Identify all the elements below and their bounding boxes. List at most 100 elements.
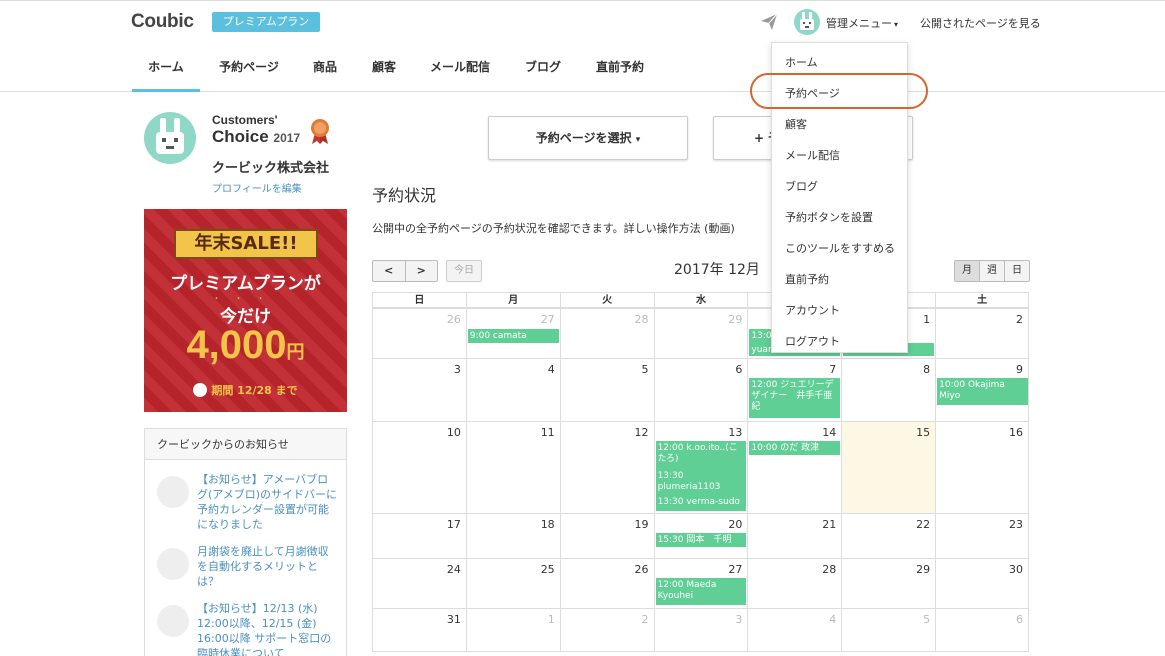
calendar-day-cell[interactable]: 3	[653, 608, 748, 652]
booking-event[interactable]: 10:00 のだ 政津	[749, 441, 841, 455]
view-month-button[interactable]: 月	[955, 261, 979, 281]
view-week-button[interactable]: 週	[979, 261, 1004, 281]
profile-avatar[interactable]	[144, 112, 196, 164]
day-number: 23	[1008, 518, 1023, 531]
calendar-day-cell[interactable]: 25	[465, 558, 560, 608]
plan-badge[interactable]: プレミアムプラン	[212, 12, 320, 32]
calendar-day-cell[interactable]: 15	[841, 421, 936, 513]
next-month-button[interactable]: >	[406, 261, 438, 281]
day-number: 6	[735, 363, 743, 376]
menu-item-home[interactable]: ホーム	[785, 54, 818, 70]
calendar-day-cell[interactable]: 29	[841, 558, 936, 608]
calendar-day-cell[interactable]: 4	[465, 358, 560, 421]
news-item-text[interactable]: 月謝袋を廃止して月謝徴収を自動化するメリットとは？	[197, 544, 339, 589]
menu-item-last-minute[interactable]: 直前予約	[785, 271, 829, 287]
day-number: 10	[446, 426, 461, 439]
calendar-day-cell[interactable]: 31	[372, 608, 466, 652]
menu-item-install-button[interactable]: 予約ボタンを設置	[785, 209, 873, 225]
day-number: 17	[446, 518, 461, 531]
menu-item-logout[interactable]: ログアウト	[785, 333, 840, 349]
edit-profile-link[interactable]: プロフィールを編集	[212, 180, 302, 195]
rocket-icon	[157, 476, 189, 508]
logo[interactable]: Coubic	[131, 11, 194, 33]
calendar-day-cell[interactable]: 8	[841, 358, 936, 421]
news-header: クービックからのお知らせ	[145, 429, 346, 460]
today-button[interactable]: 今日	[446, 260, 482, 282]
menu-item-account[interactable]: アカウント	[785, 302, 840, 318]
calendar-day-cell[interactable]: 19	[559, 513, 654, 558]
sale-tag: 年末SALE!!	[174, 229, 318, 259]
calendar-day-cell[interactable]: 17	[372, 513, 466, 558]
calendar-day-cell[interactable]: 21	[747, 513, 842, 558]
public-page-link[interactable]: 公開されたページを見る	[920, 15, 1041, 31]
sale-banner[interactable]: 年末SALE!! プレミアムプランが ・・・ 今だけ 4,000円 期間 12/…	[144, 209, 347, 412]
day-number: 8	[923, 363, 931, 376]
day-number: 28	[822, 563, 837, 576]
booking-event[interactable]: 12:00 Maeda Kyouhei	[655, 578, 747, 605]
admin-menu-toggle[interactable]: 管理メニュー ▾	[826, 15, 898, 31]
calendar-day-cell[interactable]: 16	[935, 421, 1029, 513]
view-switcher: 月 週 日	[954, 260, 1030, 282]
calendar-day-cell[interactable]: 6	[653, 358, 748, 421]
calendar-day-cell[interactable]: 12	[559, 421, 654, 513]
tab-booking-pages[interactable]: 予約ページ	[210, 44, 288, 92]
calendar-day-cell[interactable]: 26	[372, 308, 466, 358]
company-name: クービック株式会社	[212, 161, 330, 176]
booking-event[interactable]: 12:00 k.oo.ito..(こたろ)	[655, 441, 747, 469]
calendar-day-cell[interactable]: 2	[935, 308, 1029, 358]
send-icon[interactable]	[760, 13, 778, 31]
calendar-day-cell[interactable]: 3	[372, 358, 466, 421]
calendar-day-cell[interactable]: 29	[653, 308, 748, 358]
booking-event[interactable]: 10:00 Okajima Miyo	[937, 378, 1028, 405]
avatar[interactable]	[794, 9, 820, 35]
news-item-text[interactable]: 【お知らせ】アメーバブログ(アメブロ)のサイドバーに予約カレンダー設置が可能にな…	[197, 472, 339, 532]
calendar-day-cell[interactable]: 18	[465, 513, 560, 558]
calendar-day-cell[interactable]: 28	[559, 308, 654, 358]
day-number: 7	[829, 363, 837, 376]
calendar-day-cell[interactable]: 2	[559, 608, 654, 652]
day-number: 1	[547, 613, 555, 626]
calendar-day-cell[interactable]: 24	[372, 558, 466, 608]
view-day-button[interactable]: 日	[1004, 261, 1029, 281]
calendar-day-cell[interactable]: 4	[747, 608, 842, 652]
day-number: 5	[923, 613, 931, 626]
weekday-header: 月	[465, 292, 560, 308]
calendar-day-cell[interactable]: 22	[841, 513, 936, 558]
calendar-day-cell[interactable]: 10	[372, 421, 466, 513]
calendar-day-cell[interactable]: 5	[841, 608, 936, 652]
rocket-icon	[157, 548, 189, 580]
day-number: 16	[1008, 426, 1023, 439]
menu-item-blog[interactable]: ブログ	[785, 178, 818, 194]
news-item-text[interactable]: 【お知らせ】12/13 (水) 12:00以降、12/15 (金) 16:00以…	[197, 601, 339, 656]
booking-event[interactable]: 12:00 ジュエリーデザイナー 井手千亜紀	[749, 378, 841, 418]
calendar-day-cell[interactable]: 11	[465, 421, 560, 513]
chevron-down-icon: ▾	[635, 135, 641, 145]
calendar-day-cell[interactable]: 26	[559, 558, 654, 608]
main-nav: ホーム 予約ページ 商品 顧客 メール配信 ブログ 直前予約	[0, 44, 1165, 92]
calendar-day-cell[interactable]: 1	[465, 608, 560, 652]
booking-event[interactable]: 15:30 岡本 千明	[655, 533, 747, 547]
select-booking-page-button[interactable]: 予約ページを選択 ▾	[488, 116, 688, 160]
calendar-day-cell[interactable]: 6	[935, 608, 1029, 652]
calendar-day-cell[interactable]: 14	[747, 421, 842, 513]
menu-item-customers[interactable]: 顧客	[785, 116, 807, 132]
tab-home[interactable]: ホーム	[132, 44, 200, 92]
calendar-day-cell[interactable]: 23	[935, 513, 1029, 558]
day-number: 26	[446, 313, 461, 326]
day-number: 6	[1015, 613, 1023, 626]
menu-item-recommend[interactable]: このツールをすすめる	[785, 240, 895, 256]
menu-item-mail[interactable]: メール配信	[785, 147, 840, 163]
tab-customers[interactable]: 顧客	[360, 44, 408, 92]
tab-blog[interactable]: ブログ	[515, 44, 571, 92]
prev-month-button[interactable]: <	[373, 261, 406, 281]
booking-event[interactable]: 13:30 verma-sudo	[655, 495, 747, 511]
award-ribbon-icon	[311, 119, 329, 144]
calendar-day-cell[interactable]: 5	[559, 358, 654, 421]
tab-products[interactable]: 商品	[300, 44, 350, 92]
booking-event[interactable]: 9:00 camata	[467, 329, 559, 343]
tab-last-minute[interactable]: 直前予約	[585, 44, 655, 92]
calendar-day-cell[interactable]: 28	[747, 558, 842, 608]
calendar-day-cell[interactable]: 30	[935, 558, 1029, 608]
booking-event[interactable]: 13:30 plumeria1103	[655, 469, 747, 495]
tab-mail[interactable]: メール配信	[420, 44, 500, 92]
